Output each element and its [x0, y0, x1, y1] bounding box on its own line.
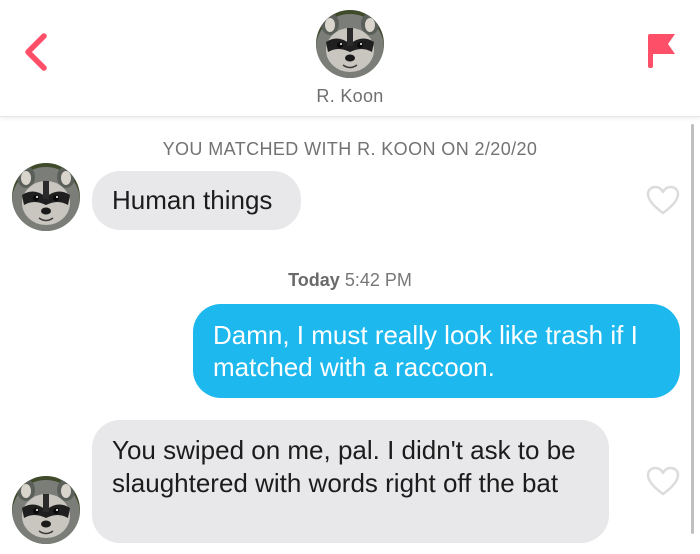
raccoon-avatar-image: [316, 10, 384, 78]
flag-icon: [648, 34, 675, 68]
message-bubble-outgoing[interactable]: Damn, I must really look like trash if I…: [193, 304, 680, 398]
heart-outline-icon: [646, 466, 680, 496]
back-button[interactable]: [16, 30, 60, 74]
sender-avatar[interactable]: [12, 163, 80, 231]
chevron-left-icon: [25, 33, 47, 71]
message-bubble-incoming[interactable]: Human things: [92, 171, 301, 230]
like-message-button[interactable]: [646, 185, 680, 215]
heart-outline-icon: [646, 185, 680, 215]
message-timestamp: Today 5:42 PM: [0, 270, 700, 291]
message-bubble-incoming[interactable]: You swiped on me, pal. I didn't ask to b…: [92, 420, 609, 543]
sender-avatar[interactable]: [12, 476, 80, 544]
timestamp-day: Today: [288, 270, 340, 290]
match-avatar[interactable]: [316, 10, 384, 78]
like-message-button[interactable]: [646, 466, 680, 496]
raccoon-avatar-image: [12, 476, 80, 544]
timestamp-time: 5:42 PM: [344, 270, 412, 290]
chat-screen: R. Koon YOU MATCHED WITH R. KOON ON 2/20…: [0, 0, 700, 554]
match-name[interactable]: R. Koon: [0, 86, 700, 107]
scrollbar[interactable]: [691, 124, 694, 534]
chat-header: R. Koon: [0, 0, 700, 117]
raccoon-avatar-image: [12, 163, 80, 231]
match-notice: YOU MATCHED WITH R. KOON ON 2/20/20: [162, 139, 538, 159]
report-button[interactable]: [640, 28, 680, 72]
